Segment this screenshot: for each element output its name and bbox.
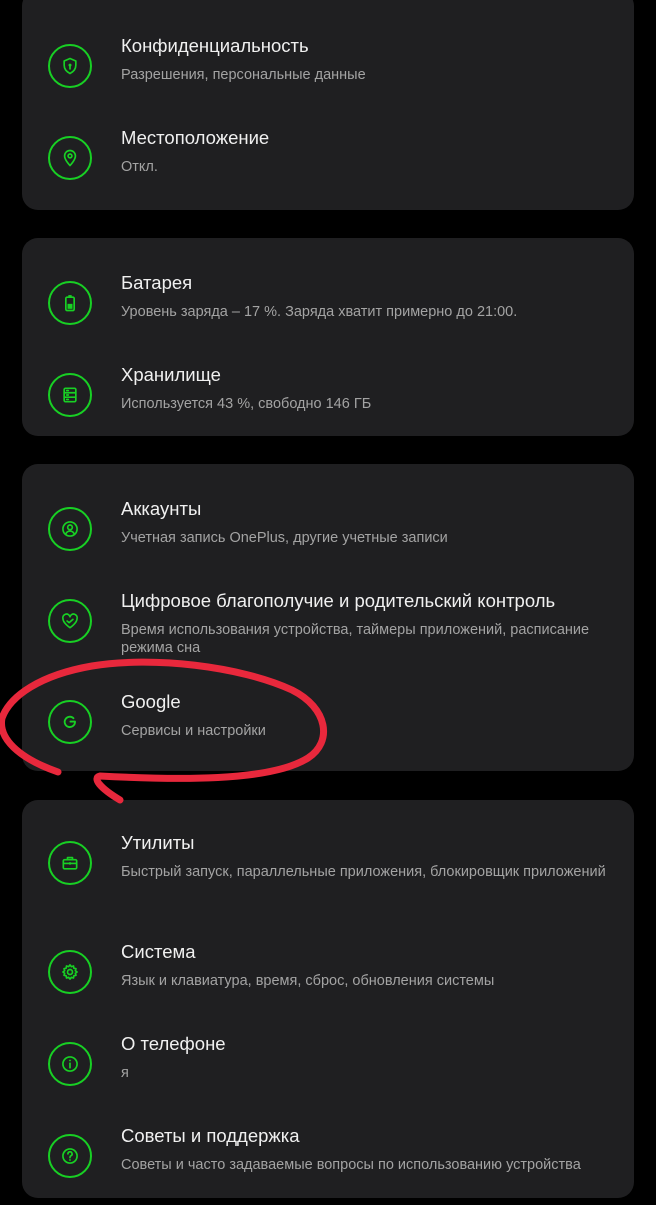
settings-item-storage[interactable]: Хранилище Используется 43 %, свободно 14… [22,352,634,444]
settings-item-utilities[interactable]: Утилиты Быстрый запуск, параллельные при… [22,820,634,912]
account-icon [48,507,92,551]
location-pin-icon [48,136,92,180]
battery-icon [48,281,92,325]
settings-item-title: Аккаунты [121,498,202,519]
settings-item-subtitle: Уровень заряда – 17 %. Заряда хватит при… [121,304,518,320]
settings-item-subtitle: Язык и клавиатура, время, сброс, обновле… [121,973,495,989]
settings-group-accounts: Аккаунты Учетная запись OnePlus, другие … [22,464,634,771]
settings-item-subtitle: Разрешения, персональные данные [121,67,366,83]
settings-item-subtitle: Быстрый запуск, параллельные приложения,… [121,864,606,880]
settings-item-privacy[interactable]: Конфиденциальность Разрешения, персональ… [22,23,634,115]
settings-item-about-phone[interactable]: О телефоне я [22,1021,634,1113]
help-icon [48,1134,92,1178]
settings-group-privacy: Конфиденциальность Разрешения, персональ… [22,0,634,210]
settings-item-title: Система [121,941,196,962]
settings-item-title: Хранилище [121,364,221,385]
settings-item-title: Советы и поддержка [121,1125,300,1146]
shield-lock-icon [48,44,92,88]
settings-item-google[interactable]: Google Сервисы и настройки [22,679,634,771]
settings-item-tips-support[interactable]: Советы и поддержка Советы и часто задава… [22,1113,634,1205]
settings-item-digital-wellbeing[interactable]: Цифровое благополучие и родительский кон… [22,578,634,670]
storage-icon [48,373,92,417]
settings-item-subtitle: Сервисы и настройки [121,723,266,739]
settings-item-accounts[interactable]: Аккаунты Учетная запись OnePlus, другие … [22,486,634,578]
settings-item-title: Конфиденциальность [121,35,309,56]
settings-item-title: Батарея [121,272,193,293]
settings-group-system: Утилиты Быстрый запуск, параллельные при… [22,800,634,1198]
settings-item-title: О телефоне [121,1033,226,1054]
heart-icon [48,599,92,643]
settings-item-subtitle: Время использования устройства, таймеры … [121,622,590,656]
settings-item-title: Местоположение [121,127,270,148]
settings-item-system[interactable]: Система Язык и клавиатура, время, сброс,… [22,929,634,1021]
toolbox-icon [48,841,92,885]
settings-item-location[interactable]: Местоположение Откл. [22,115,634,207]
settings-item-title: Цифровое благополучие и родительский кон… [121,590,556,611]
settings-item-subtitle: Используется 43 %, свободно 146 ГБ [121,396,372,412]
settings-item-subtitle: Учетная запись OnePlus, другие учетные з… [121,530,448,546]
gear-icon [48,950,92,994]
settings-group-device: Батарея Уровень заряда – 17 %. Заряда хв… [22,238,634,436]
settings-item-subtitle: я [121,1065,129,1081]
settings-item-title: Утилиты [121,832,195,853]
info-icon [48,1042,92,1086]
settings-item-title: Google [121,691,181,712]
google-icon [48,700,92,744]
settings-item-subtitle: Советы и часто задаваемые вопросы по исп… [121,1157,581,1173]
settings-item-battery[interactable]: Батарея Уровень заряда – 17 %. Заряда хв… [22,260,634,352]
settings-item-subtitle: Откл. [121,159,158,175]
